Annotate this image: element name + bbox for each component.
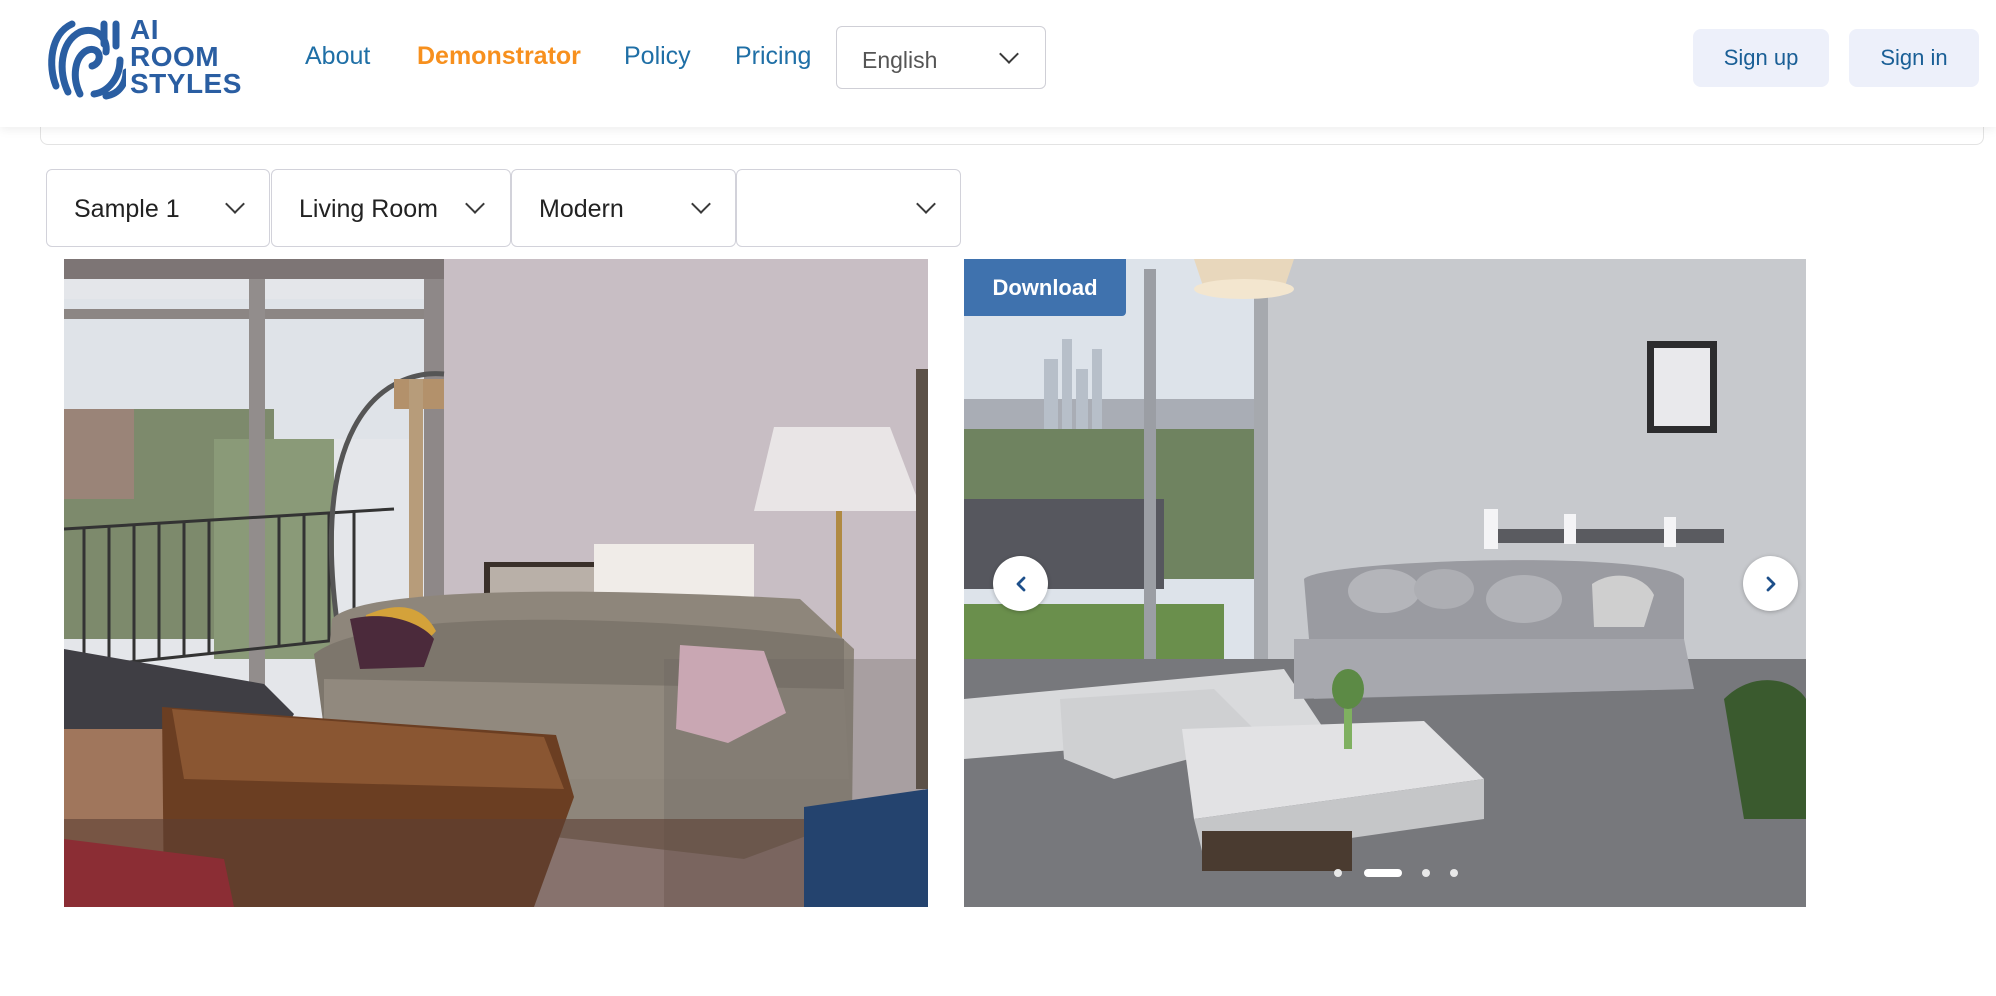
- chevron-down-icon: [225, 194, 245, 214]
- extra-option-select[interactable]: [736, 169, 961, 247]
- spiral-logo-icon: [48, 20, 126, 100]
- brand-logo[interactable]: AI ROOM STYLES: [46, 16, 241, 100]
- carousel-dot[interactable]: [1422, 869, 1430, 877]
- logo-line-ai: AI: [130, 14, 159, 45]
- carousel-dot[interactable]: [1334, 869, 1342, 877]
- original-room-image: [64, 259, 928, 907]
- generated-room-image: [964, 259, 1806, 907]
- language-select[interactable]: English: [836, 26, 1046, 89]
- style-select-value: Modern: [539, 195, 624, 223]
- carousel-next-button[interactable]: [1743, 556, 1798, 611]
- chevron-down-icon: [916, 194, 936, 214]
- carousel-prev-button[interactable]: [993, 556, 1048, 611]
- carousel-dot[interactable]: [1450, 869, 1458, 877]
- room-type-select-value: Living Room: [299, 195, 438, 223]
- logo-line-styles: STYLES: [130, 68, 242, 99]
- brand-wordmark: AI ROOM STYLES: [130, 14, 242, 99]
- top-navigation-bar: AI ROOM STYLES About Demonstrator Policy…: [0, 0, 1996, 127]
- room-type-select[interactable]: Living Room: [271, 169, 511, 247]
- style-select[interactable]: Modern: [511, 169, 736, 247]
- carousel-dot-active[interactable]: [1364, 869, 1402, 877]
- chevron-left-icon: [1016, 576, 1025, 591]
- nav-about-link[interactable]: About: [305, 42, 370, 71]
- nav-demonstrator-link[interactable]: Demonstrator: [417, 42, 581, 71]
- language-select-value: English: [862, 47, 938, 73]
- sample-select-value: Sample 1: [74, 195, 180, 223]
- chevron-down-icon: [465, 194, 485, 214]
- sign-up-button[interactable]: Sign up: [1693, 29, 1829, 87]
- chevron-down-icon: [691, 194, 711, 214]
- download-button[interactable]: Download: [964, 259, 1126, 316]
- chevron-down-icon: [999, 44, 1019, 64]
- nav-pricing-link[interactable]: Pricing: [735, 42, 811, 71]
- sample-select[interactable]: Sample 1: [46, 169, 270, 247]
- logo-line-room: ROOM: [130, 41, 220, 72]
- sign-in-button[interactable]: Sign in: [1849, 29, 1979, 87]
- chevron-right-icon: [1766, 576, 1775, 591]
- nav-policy-link[interactable]: Policy: [624, 42, 691, 71]
